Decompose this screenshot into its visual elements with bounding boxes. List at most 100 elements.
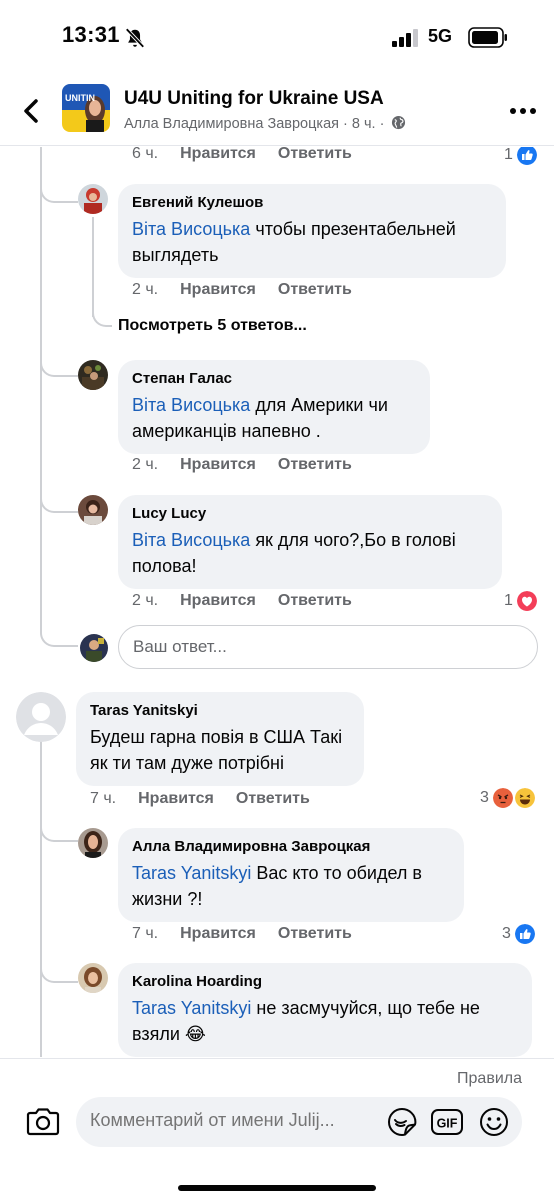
comment-time[interactable]: 2 ч. <box>132 456 158 473</box>
haha-reaction-icon <box>514 788 535 808</box>
signal-icon <box>392 29 418 47</box>
comment-thread[interactable]: 6 ч. Нравится Ответить 1 Евгений Кулешов В… <box>0 147 554 1057</box>
avatar[interactable] <box>78 184 108 214</box>
emoji-icon[interactable] <box>478 1106 510 1138</box>
post-subtitle: Алла Владимировна Завроцкая · 8 ч. · <box>124 115 406 132</box>
reply-button[interactable]: Ответить <box>278 925 352 942</box>
comment-bubble[interactable]: Степан Галас Віта Висоцька для Америки ч… <box>118 360 430 454</box>
mention-link[interactable]: Віта Висоцька <box>132 395 250 415</box>
comment-bubble[interactable]: Евгений Кулешов Віта Висоцька чтобы през… <box>118 184 506 278</box>
comment-bubble[interactable]: Taras Yanitskyi Будеш гарна повія в США … <box>76 692 364 786</box>
comment-author[interactable]: Karolina Hoarding <box>132 973 518 990</box>
avatar[interactable] <box>78 963 108 993</box>
thread-connector <box>40 947 78 983</box>
comment-text: Віта Висоцька як для чого?,Бо в голові п… <box>132 527 488 579</box>
comment-input[interactable] <box>90 1110 380 1131</box>
thread-connector <box>40 337 78 377</box>
reaction-count[interactable]: 3 <box>480 788 535 808</box>
more-options-icon[interactable] <box>508 106 538 116</box>
avatar-image <box>78 184 108 214</box>
rules-link[interactable]: Правила <box>457 1070 522 1088</box>
mention-link[interactable]: Taras Yanitskyi <box>132 998 251 1018</box>
globe-icon <box>392 115 406 130</box>
sticker-icon[interactable] <box>386 1106 418 1138</box>
like-button[interactable]: Нравится <box>180 147 256 162</box>
view-more-replies-link[interactable]: Посмотреть 5 ответов... <box>118 317 307 335</box>
comment-input-container[interactable]: GIF <box>76 1097 522 1147</box>
comment-meta: 2 ч. Нравится Ответить <box>132 592 352 610</box>
thread-line <box>40 737 42 1057</box>
avatar[interactable] <box>16 692 66 742</box>
angry-reaction-icon <box>492 788 513 808</box>
reaction-number: 3 <box>502 925 511 942</box>
like-button[interactable]: Нравится <box>180 592 256 609</box>
comment-time[interactable]: 6 ч. <box>132 147 158 162</box>
status-bar: 13:31 5G <box>0 0 554 72</box>
home-indicator <box>178 1185 376 1191</box>
comment-author[interactable]: Алла Владимировна Завроцкая <box>132 838 450 855</box>
mention-link[interactable]: Віта Висоцька <box>132 530 250 550</box>
comment-bubble[interactable]: Алла Владимировна Завроцкая Taras Yanits… <box>118 828 464 922</box>
back-arrow-icon[interactable] <box>18 96 44 126</box>
like-button[interactable]: Нравится <box>138 790 214 807</box>
reply-button[interactable]: Ответить <box>278 147 352 162</box>
group-avatar[interactable]: UNITIN <box>62 84 110 132</box>
bell-off-icon <box>125 28 145 48</box>
avatar[interactable] <box>78 828 108 858</box>
avatar-image <box>78 360 108 390</box>
reaction-number: 1 <box>504 592 513 609</box>
avatar-image <box>78 963 108 993</box>
avatar[interactable] <box>78 360 108 390</box>
battery-icon <box>468 27 507 48</box>
thread-connector <box>40 812 78 842</box>
comment-author[interactable]: Степан Галас <box>132 370 416 387</box>
avatar-image <box>78 828 108 858</box>
camera-icon[interactable] <box>26 1106 60 1136</box>
comment-meta: 7 ч. Нравится Ответить <box>90 790 310 808</box>
gif-label: GIF <box>437 1117 458 1131</box>
gif-icon: GIF <box>431 1109 463 1135</box>
thread-connector <box>40 477 78 513</box>
like-button[interactable]: Нравится <box>180 456 256 473</box>
comment-bubble[interactable]: Lucy Lucy Віта Висоцька як для чого?,Бо … <box>118 495 502 589</box>
reaction-count[interactable]: 3 <box>502 924 535 944</box>
comment-composer-bar: Правила GIF <box>0 1058 554 1200</box>
reaction-number: 3 <box>480 789 489 806</box>
like-button[interactable]: Нравится <box>180 281 256 298</box>
comment-author[interactable]: Lucy Lucy <box>132 505 488 522</box>
reaction-count[interactable]: 1 <box>504 147 537 165</box>
reply-button[interactable]: Ответить <box>278 592 352 609</box>
reaction-number: 1 <box>504 147 513 163</box>
avatar[interactable] <box>78 495 108 525</box>
default-avatar-icon <box>16 692 66 742</box>
status-time: 13:31 <box>62 22 120 47</box>
comment-text: Taras Yanitskyi Вас кто то обидел в жизн… <box>132 860 450 912</box>
like-button[interactable]: Нравится <box>180 925 256 942</box>
comment-time[interactable]: 7 ч. <box>132 925 158 942</box>
reply-button[interactable]: Ответить <box>278 456 352 473</box>
like-reaction-icon <box>514 924 535 944</box>
post-author-time[interactable]: Алла Владимировна Завроцкая · 8 ч. · <box>124 116 384 132</box>
thread-line <box>40 147 42 627</box>
reaction-count[interactable]: 1 <box>504 591 537 611</box>
comment-meta: 6 ч. Нравится Ответить <box>132 147 352 163</box>
comment-bubble[interactable]: Karolina Hoarding Taras Yanitskyi не зас… <box>118 963 532 1057</box>
comment-author[interactable]: Taras Yanitskyi <box>90 702 350 719</box>
gif-button[interactable]: GIF <box>430 1107 464 1137</box>
thread-connector <box>92 297 112 327</box>
reply-button[interactable]: Ответить <box>278 281 352 298</box>
group-avatar-text: UNITIN <box>65 93 95 103</box>
mention-link[interactable]: Віта Висоцька <box>132 219 250 239</box>
comment-author[interactable]: Евгений Кулешов <box>132 194 492 211</box>
avatar-image <box>78 495 108 525</box>
comment-time[interactable]: 7 ч. <box>90 790 116 807</box>
comment-text: Taras Yanitskyi не засмучуйся, що тебе н… <box>132 995 518 1047</box>
group-title[interactable]: U4U Uniting for Ukraine USA <box>124 88 384 110</box>
reply-button[interactable]: Ответить <box>236 790 310 807</box>
group-avatar-image: UNITIN <box>62 84 110 132</box>
comment-time[interactable]: 2 ч. <box>132 592 158 609</box>
mention-link[interactable]: Taras Yanitskyi <box>132 863 251 883</box>
reply-input[interactable]: Ваш ответ... <box>118 625 538 669</box>
comment-time[interactable]: 2 ч. <box>132 281 158 298</box>
network-type: 5G <box>428 26 453 46</box>
